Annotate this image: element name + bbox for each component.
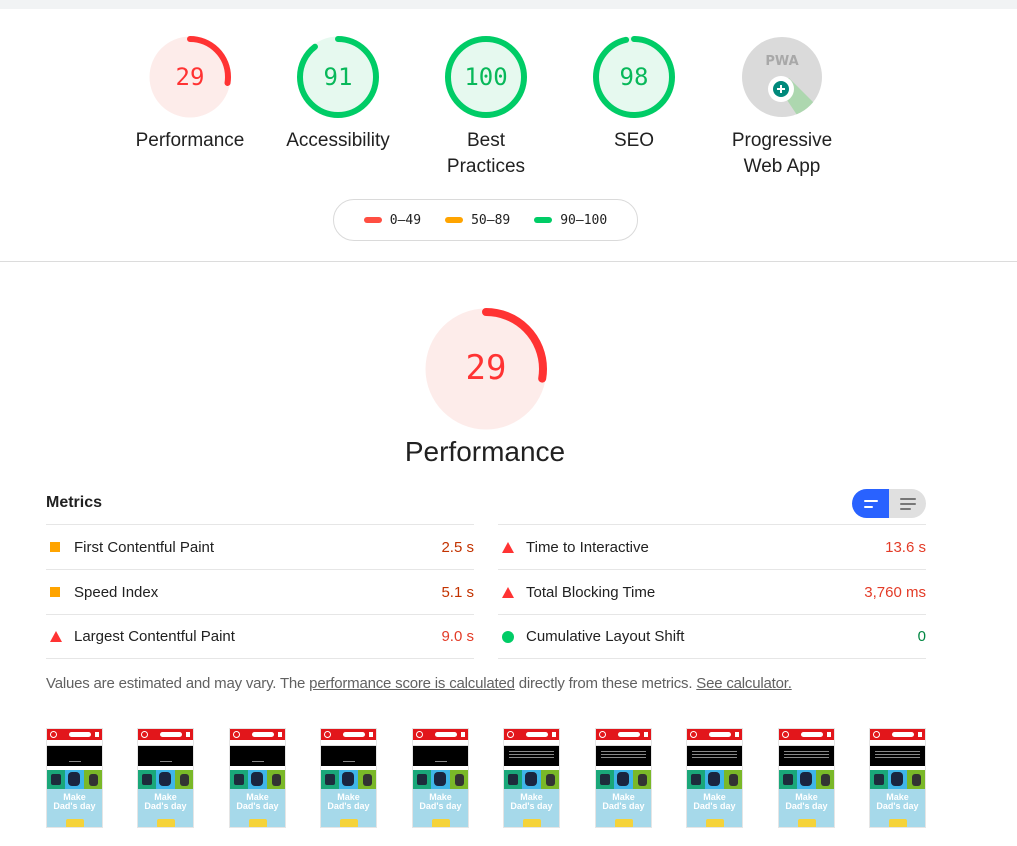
metric-name: Total Blocking Time [526,583,656,601]
metrics-disclaimer: Values are estimated and may vary. The p… [46,675,792,692]
gauge-label-line2: Web App [743,156,821,177]
detailed-view-icon [899,497,916,510]
legend-label: 0–49 [389,212,422,228]
filmstrip-frame: Make Dad's day [137,728,194,828]
pass-bar-icon [534,217,553,223]
metric-value: 0 [917,628,926,645]
metric-largest-contentful-paint[interactable]: Largest Contentful Paint 9.0 s [46,614,474,659]
metric-value: 5.1 s [441,583,474,601]
filmstrip-frame: Make Dad's day [869,728,926,828]
triangle-icon [502,541,514,553]
metrics-column-left: First Contentful Paint 2.5 s Speed Index… [46,524,474,659]
gauge-ring: 29 [149,36,231,118]
metric-value: 13.6 s [885,538,926,556]
detailed-view-button[interactable] [889,489,926,518]
gauge-label: SEO [613,130,655,151]
metrics-column-right: Time to Interactive 13.6 s Total Blockin… [498,524,926,659]
metric-cumulative-layout-shift[interactable]: Cumulative Layout Shift 0 [498,614,926,659]
gauge-score: 91 [323,63,353,91]
gauge-ring: 100 [445,36,527,118]
gauge-best-practices[interactable]: 100 Best Practices [426,36,546,180]
legend-item-fail: 0–49 [363,212,422,228]
svg-text:PWA: PWA [765,54,798,69]
metrics-heading: Metrics [46,494,103,511]
gauge-label: Performance [135,130,245,151]
filmstrip-frame: Make Dad's day [320,728,377,828]
metric-speed-index[interactable]: Speed Index 5.1 s [46,569,474,614]
metric-value: 9.0 s [441,628,474,645]
average-bar-icon [445,217,464,223]
pwa-badge-icon: PWA [741,36,823,118]
triangle-icon [502,586,514,598]
score-scale-legend: 0–49 50–89 90–100 [333,199,638,241]
gauge-ring: 91 [297,36,379,118]
gauge-score: 100 [464,63,508,91]
note-text: directly from these metrics. [514,675,697,692]
top-strip [0,0,1017,9]
metric-value: 2.5 s [441,538,474,556]
square-icon [50,587,60,597]
gauge-score: 29 [175,63,205,91]
metric-time-to-interactive[interactable]: Time to Interactive 13.6 s [498,524,926,569]
summary-view-icon [863,499,878,508]
square-icon [50,542,60,552]
performance-gauge: 29 [425,308,547,430]
gauge-label: Accessibility [286,130,390,151]
gauge-label-line1: Progressive [731,130,833,151]
metrics-view-toggle[interactable] [852,489,926,518]
performance-title: Performance [404,436,566,467]
filmstrip-frame: Make Dad's day [595,728,652,828]
circle-icon [502,630,514,643]
summary-view-button[interactable] [852,489,889,518]
gauge-performance[interactable]: 29 Performance [130,36,250,154]
metric-value: 3,760 ms [864,583,926,601]
filmstrip-frame: Make Dad's day [412,728,469,828]
gauge-accessibility[interactable]: 91 Accessibility [278,36,398,154]
gauge-label: Progressive Web App [722,128,842,180]
category-gauges: 29 Performance 91 Accessibility 100 Best… [0,36,1017,186]
filmstrip-frame: Make Dad's day [503,728,560,828]
note-text: Values are estimated and may vary. The [46,675,310,692]
metric-name: Speed Index [74,583,159,601]
metric-first-contentful-paint[interactable]: First Contentful Paint 2.5 s [46,524,474,569]
legend-label: 50–89 [471,212,511,228]
metric-name: Cumulative Layout Shift [526,628,685,645]
legend-item-pass: 90–100 [534,213,607,228]
filmstrip: Make Dad's day Make Dad's day Make Dad's day M… [46,728,926,828]
gauge-label: Best Practices [446,130,526,177]
score-calculated-link[interactable]: performance score is calculated [309,675,515,692]
metric-name: First Contentful Paint [74,538,215,556]
see-calculator-link[interactable]: See calculator. [696,675,792,692]
gauge-seo[interactable]: 98 SEO [574,36,694,154]
performance-score: 29 [465,348,507,388]
metric-name: Largest Contentful Paint [74,628,235,645]
section-divider [0,261,1017,262]
metric-name: Time to Interactive [526,538,649,556]
filmstrip-frame: Make Dad's day [778,728,835,828]
metric-total-blocking-time[interactable]: Total Blocking Time 3,760 ms [498,569,926,614]
legend-label: 90–100 [560,212,608,228]
filmstrip-frame: Make Dad's day [229,728,286,828]
filmstrip-frame: Make Dad's day [686,728,743,828]
gauge-pwa[interactable]: PWA Progressive Web App [722,36,842,180]
legend-item-average: 50–89 [445,213,510,228]
triangle-icon [50,631,62,642]
fail-bar-icon [363,217,382,223]
filmstrip-frame: Make Dad's day [46,728,103,828]
gauge-score: 98 [619,63,649,91]
gauge-ring: 98 [593,36,675,118]
